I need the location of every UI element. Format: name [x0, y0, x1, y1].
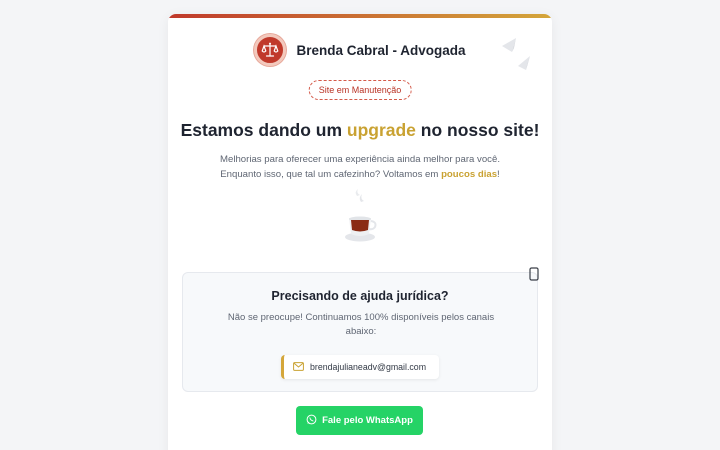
- maintenance-card: Brenda Cabral - Advogada Site em Manuten…: [168, 14, 552, 450]
- gradient-top-bar: [168, 14, 552, 18]
- page-title: Estamos dando um upgrade no nosso site!: [168, 120, 552, 141]
- email-address: brendajulianeadv@gmail.com: [310, 362, 427, 372]
- subtitle-line-2-end: !: [497, 169, 500, 180]
- headline-text-after: no nosso site!: [415, 120, 540, 140]
- email-contact[interactable]: brendajulianeadv@gmail.com: [281, 355, 439, 379]
- help-section: Precisando de ajuda jurídica? Não se pre…: [182, 267, 539, 392]
- whatsapp-icon: [306, 414, 317, 428]
- help-title: Precisando de ajuda jurídica?: [271, 289, 449, 303]
- whatsapp-button[interactable]: Fale pelo WhatsApp: [296, 406, 423, 435]
- help-text: Não se preocupe! Continuamos 100% dispon…: [227, 312, 495, 337]
- brand-header: Brenda Cabral - Advogada: [168, 34, 552, 66]
- envelope-icon: [293, 361, 304, 373]
- subtitle-line-2: Enquanto isso, que tal um cafezinho? Vol…: [168, 167, 552, 182]
- brand-name: Brenda Cabral - Advogada: [296, 42, 466, 58]
- scales-of-justice-icon: [254, 34, 287, 66]
- mobile-phone-icon: [529, 267, 539, 281]
- paper-plane-decoration: [500, 36, 534, 76]
- headline-text-before: Estamos dando um: [180, 120, 347, 140]
- subtitle: Melhorias para oferecer uma experiência …: [168, 152, 552, 182]
- coffee-cup-icon: [342, 188, 382, 246]
- maintenance-badge: Site em Manutenção: [308, 80, 412, 100]
- headline-highlight: upgrade: [346, 120, 416, 140]
- subtitle-highlight: poucos dias: [441, 169, 498, 180]
- subtitle-line-1: Melhorias para oferecer uma experiência …: [220, 154, 500, 165]
- whatsapp-button-label: Fale pelo WhatsApp: [322, 415, 413, 426]
- subtitle-line-2-text: Enquanto isso, que tal um cafezinho? Vol…: [220, 169, 442, 180]
